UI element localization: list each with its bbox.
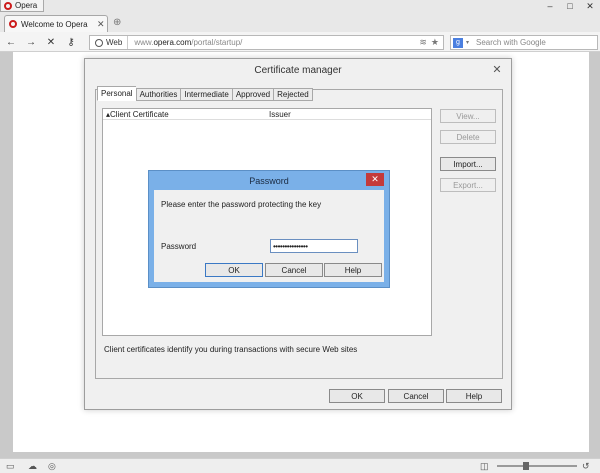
password-prompt-message: Please enter the password protecting the… xyxy=(161,200,322,209)
forward-arrow-icon[interactable]: → xyxy=(24,35,38,49)
cancel-button[interactable]: Cancel xyxy=(388,389,444,403)
import-button[interactable]: Import... xyxy=(440,157,496,171)
url-text[interactable]: www.opera.com/portal/startup/ xyxy=(128,38,419,47)
rss-icon[interactable]: ≋ xyxy=(419,37,427,48)
password-dialog-body: Please enter the password protecting the… xyxy=(154,190,384,282)
back-arrow-icon[interactable]: ← xyxy=(4,35,18,49)
globe-icon xyxy=(95,38,103,47)
web-chip-label: Web xyxy=(106,38,123,47)
password-dialog: Password ✕ Please enter the password pro… xyxy=(148,170,390,288)
turbo-icon[interactable]: ◎ xyxy=(48,461,56,472)
browser-tab[interactable]: Welcome to Opera ✕ xyxy=(4,15,108,32)
tab-personal[interactable]: Personal xyxy=(97,86,136,101)
window-controls: – □ ✕ xyxy=(540,0,600,12)
new-tab-icon[interactable]: ⊕ xyxy=(113,17,121,28)
list-header: ▴Client Certificate Issuer xyxy=(103,109,431,120)
opera-logo-icon xyxy=(4,1,12,10)
close-icon[interactable]: ✕ xyxy=(491,63,503,76)
ok-button[interactable]: OK xyxy=(329,389,385,403)
close-window-icon[interactable]: ✕ xyxy=(580,0,600,12)
view-icon[interactable]: ◫ xyxy=(480,461,489,472)
search-placeholder: Search with Google xyxy=(476,38,546,47)
view-button[interactable]: View... xyxy=(440,109,496,123)
zoom-slider-handle[interactable] xyxy=(522,462,529,470)
bookmark-star-icon[interactable]: ★ xyxy=(431,37,439,48)
opera-menu-label: Opera xyxy=(15,1,38,10)
search-field[interactable]: g ▾ Search with Google xyxy=(450,35,598,50)
close-icon[interactable]: ✕ xyxy=(366,173,384,186)
status-bar: ▭ ☁ ◎ ◫ ↺ xyxy=(0,458,600,473)
search-engine-dropdown-icon[interactable]: ▾ xyxy=(466,39,469,46)
export-button[interactable]: Export... xyxy=(440,178,496,192)
password-ok-button[interactable]: OK xyxy=(205,263,263,277)
help-button[interactable]: Help xyxy=(446,389,502,403)
tab-intermediate[interactable]: Intermediate xyxy=(180,88,232,101)
zoom-slider[interactable] xyxy=(497,462,577,470)
certificate-manager-title: Certificate manager ✕ xyxy=(254,63,503,76)
stop-icon[interactable]: ✕ xyxy=(44,35,58,49)
zoom-reset-icon[interactable]: ↺ xyxy=(582,461,590,472)
tab-approved[interactable]: Approved xyxy=(231,88,274,101)
panel-toggle-icon[interactable]: ▭ xyxy=(6,461,15,472)
certificate-description: Client certificates identify you during … xyxy=(104,345,358,354)
address-bar[interactable]: Web www.opera.com/portal/startup/ ≋ ★ xyxy=(89,35,444,50)
column-header-client-certificate[interactable]: ▴Client Certificate xyxy=(103,110,269,119)
password-input[interactable]: ••••••••••••••• xyxy=(270,239,358,253)
opera-unite-cloud-icon[interactable]: ☁ xyxy=(28,461,37,472)
tab-bar: Welcome to Opera ✕ ⊕ xyxy=(0,12,600,32)
web-security-chip[interactable]: Web xyxy=(90,36,129,49)
tab-title: Welcome to Opera xyxy=(21,19,88,29)
opera-favicon-icon xyxy=(9,20,17,28)
password-label: Password xyxy=(161,242,197,251)
password-dialog-title: Password ✕ xyxy=(149,171,389,190)
maximize-icon[interactable]: □ xyxy=(560,0,580,12)
column-header-issuer[interactable]: Issuer xyxy=(269,110,291,119)
password-cancel-button[interactable]: Cancel xyxy=(265,263,323,277)
tab-rejected[interactable]: Rejected xyxy=(273,88,313,101)
key-icon[interactable]: ⚷ xyxy=(64,35,78,49)
opera-menu-button[interactable]: Opera xyxy=(0,0,44,12)
tab-close-icon[interactable]: ✕ xyxy=(97,19,107,30)
certificate-tabs: Personal Authorities Intermediate Approv… xyxy=(97,86,313,101)
navigation-toolbar: ← → ✕ ⚷ Web www.opera.com/portal/startup… xyxy=(0,32,600,52)
password-help-button[interactable]: Help xyxy=(324,263,382,277)
delete-button[interactable]: Delete xyxy=(440,130,496,144)
tab-authorities[interactable]: Authorities xyxy=(135,88,181,101)
minimize-icon[interactable]: – xyxy=(540,0,560,12)
google-icon[interactable]: g xyxy=(453,37,463,48)
title-bar: Opera – □ ✕ xyxy=(0,0,600,12)
